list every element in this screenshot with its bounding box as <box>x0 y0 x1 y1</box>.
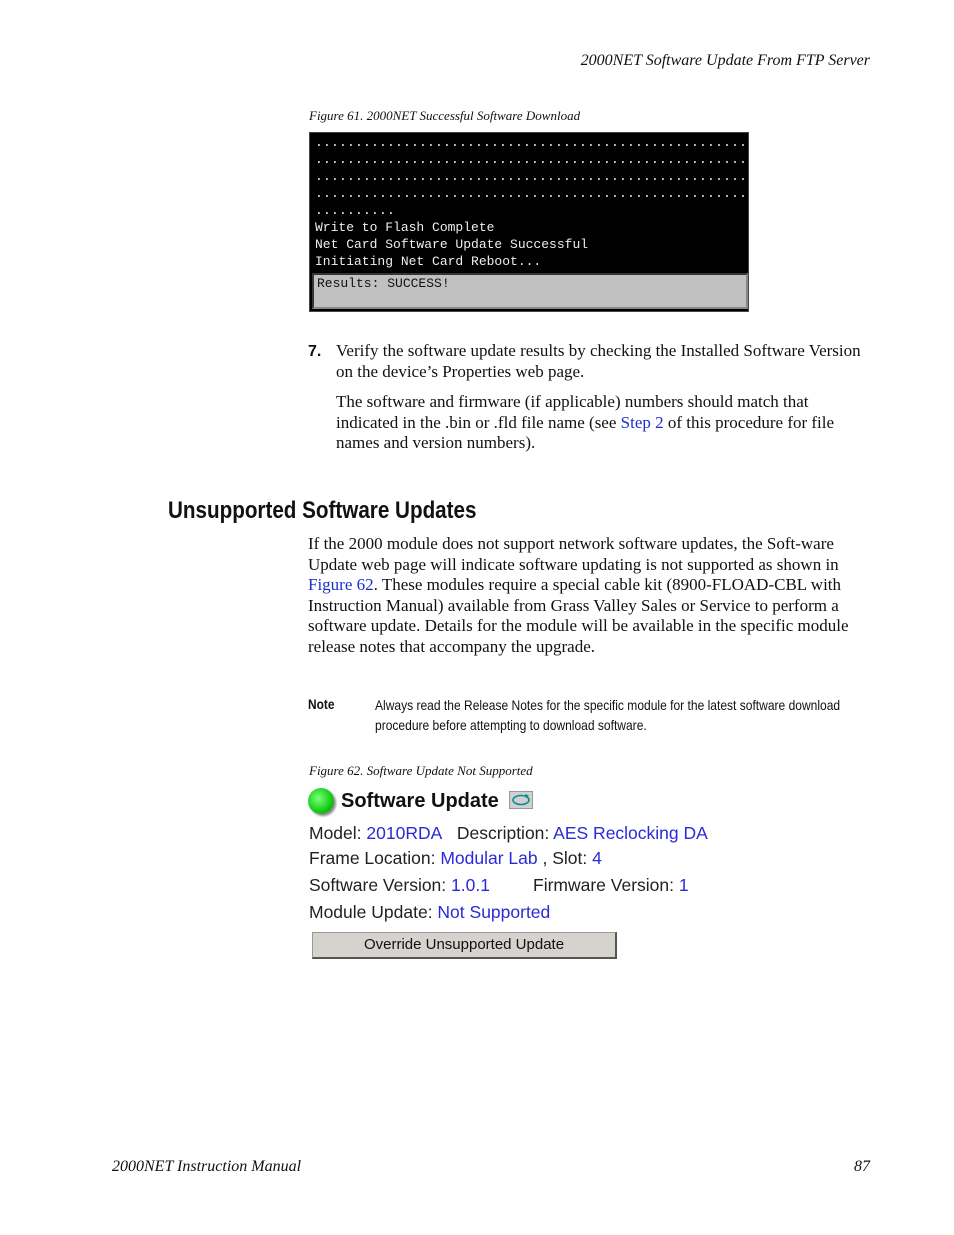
section-body: If the 2000 module does not support netw… <box>308 534 870 657</box>
sw-label: Software Version: <box>309 875 452 895</box>
terminal-window: ........................................… <box>309 132 749 312</box>
terminal-line: .......... <box>315 203 396 218</box>
update-value: Not Supported <box>437 902 551 922</box>
terminal-line: ........................................… <box>315 152 748 167</box>
step-number: 7. <box>308 343 322 360</box>
terminal-line: Write to Flash Complete <box>315 220 495 235</box>
note-label: Note <box>308 696 335 712</box>
model-row: Model: 2010RDA Description: AES Reclocki… <box>309 823 708 844</box>
frame-row: Frame Location: Modular Lab , Slot: 4 <box>309 848 602 869</box>
model-label: Model: <box>309 823 367 843</box>
section-title: Unsupported Software Updates <box>168 497 477 524</box>
terminal-line: ........................................… <box>315 135 748 150</box>
slot-label: , Slot: <box>537 848 593 868</box>
results-field: Results: SUCCESS! <box>312 273 748 309</box>
body-text: . These modules require a special cable … <box>308 575 849 656</box>
terminal-line: ........................................… <box>315 186 748 201</box>
step-text: Verify the software update results by ch… <box>336 341 861 381</box>
terminal-line: Initiating Net Card Reboot... <box>315 254 542 269</box>
module-update-row: Module Update: Not Supported <box>309 902 550 923</box>
override-unsupported-update-button[interactable]: Override Unsupported Update <box>312 932 617 959</box>
web-page-title: Software Update <box>341 790 499 812</box>
slot-value: 4 <box>592 848 602 868</box>
terminal-line: ........................................… <box>315 169 748 184</box>
page-number: 87 <box>854 1158 870 1175</box>
firmware-version-row: Firmware Version: 1 <box>533 875 689 896</box>
update-label: Module Update: <box>309 902 438 922</box>
note-text: Always read the Release Notes for the sp… <box>375 697 841 733</box>
status-led-icon <box>308 788 334 814</box>
fw-label: Firmware Version: <box>533 875 679 895</box>
step-2-link[interactable]: Step 2 <box>621 413 664 432</box>
sw-value: 1.0.1 <box>451 875 490 895</box>
description-label: Description: <box>456 823 554 843</box>
frame-label: Frame Location: <box>309 848 441 868</box>
figure-62-link[interactable]: Figure 62 <box>308 575 374 594</box>
description-value: AES Reclocking DA <box>553 823 708 843</box>
step-paragraph: The software and firmware (if applicable… <box>336 392 871 454</box>
figure-62-caption: Figure 62. Software Update Not Supported <box>309 763 533 778</box>
body-text: If the 2000 module does not support netw… <box>308 534 839 574</box>
terminal-line: Net Card Software Update Successful <box>315 237 589 252</box>
model-value: 2010RDA <box>366 823 443 843</box>
fw-value: 1 <box>678 875 689 895</box>
refresh-icon[interactable] <box>509 791 533 809</box>
frame-value[interactable]: Modular Lab <box>440 848 537 868</box>
footer-manual-title: 2000NET Instruction Manual <box>112 1158 302 1175</box>
terminal-output: ........................................… <box>315 134 747 270</box>
running-header: 2000NET Software Update From FTP Server <box>580 52 870 69</box>
figure-61-caption: Figure 61. 2000NET Successful Software D… <box>309 108 581 123</box>
software-version-row: Software Version: 1.0.1 <box>309 875 490 896</box>
